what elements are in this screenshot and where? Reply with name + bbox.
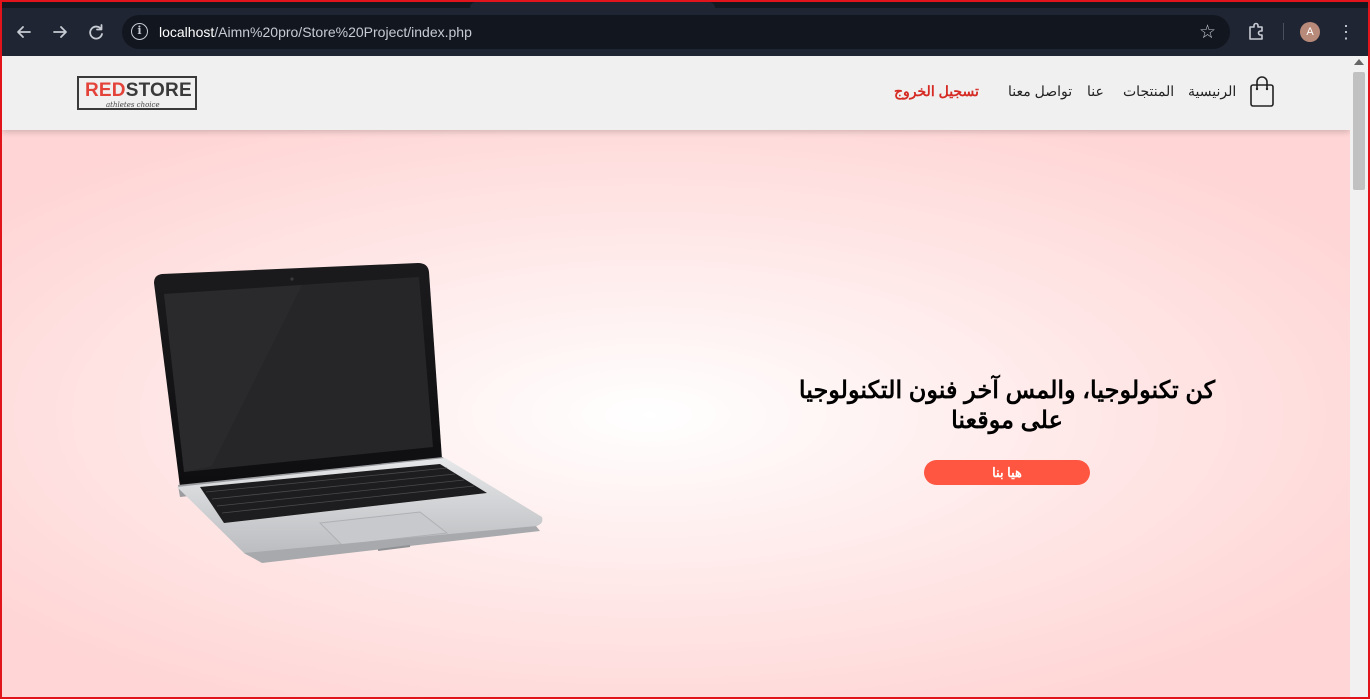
bookmark-star-icon[interactable]: ☆ [1199,21,1216,44]
scrollbar-thumb[interactable] [1353,72,1365,190]
page-viewport: REDSTORE athletes choice تسجيل الخروج تو… [2,56,1350,697]
hero-title-line2: على موقعنا [951,407,1063,434]
profile-avatar[interactable]: A [1300,22,1320,42]
url-host: localhost [159,24,215,40]
scroll-up-arrow-icon[interactable] [1354,59,1364,65]
nav-logout[interactable]: تسجيل الخروج [894,83,979,100]
nav-home[interactable]: الرنيسية [1188,83,1236,100]
hero-title-line1: كن تكنولوجيا، والمس آخر فنون التكنولوجيا [798,377,1216,404]
reload-icon[interactable] [83,19,109,45]
url-text[interactable]: localhost/Aimn%20pro/Store%20Project/ind… [159,24,472,40]
nav-about[interactable]: عنا [1087,83,1104,100]
shopping-bag-icon[interactable] [1249,76,1275,108]
extensions-puzzle-icon[interactable] [1246,20,1268,42]
hero-title: كن تكنولوجيا، والمس آخر فنون التكنولوجيا… [782,376,1232,436]
site-header: REDSTORE athletes choice تسجيل الخروج تو… [2,56,1350,130]
forward-arrow-icon[interactable] [47,19,73,45]
redstore-logo[interactable]: REDSTORE athletes choice [77,76,197,110]
address-bar[interactable]: i localhost/Aimn%20pro/Store%20Project/i… [122,15,1230,49]
nav-contact[interactable]: تواصل معنا [1008,83,1072,100]
toolbar-divider [1283,23,1284,40]
url-path: /Aimn%20pro/Store%20Project/index.php [214,24,472,40]
browser-toolbar: i localhost/Aimn%20pro/Store%20Project/i… [0,0,1370,56]
back-arrow-icon[interactable] [11,19,37,45]
logo-tagline: athletes choice [106,101,160,109]
logo-red-text: RED [85,80,126,101]
hero-cta-button[interactable]: هيا بنا [924,460,1090,485]
tab-strip [0,0,1370,8]
laptop-image [142,261,552,571]
page-scrollbar[interactable] [1350,56,1368,697]
active-tab[interactable] [470,2,715,8]
nav-products[interactable]: المنتجات [1123,83,1174,100]
site-info-icon[interactable]: i [131,23,148,40]
more-menu-icon[interactable]: ⋮ [1336,19,1356,45]
logo-store-text: STORE [125,80,192,101]
